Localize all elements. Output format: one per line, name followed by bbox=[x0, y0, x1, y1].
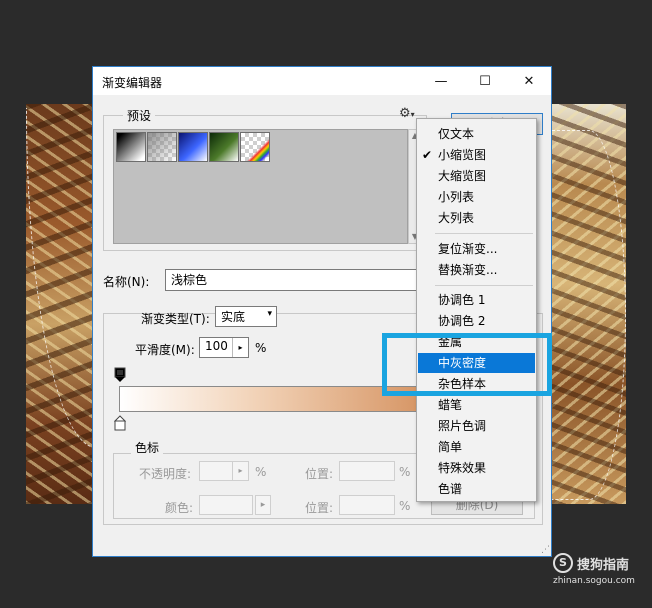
opacity-position-label: 位置: bbox=[305, 467, 334, 481]
menu-item-replace-gradients[interactable]: 替换渐变... bbox=[418, 260, 535, 280]
preset-swatch-green[interactable] bbox=[209, 132, 239, 162]
watermark: S 搜狗指南 zhinan.sogou.com bbox=[553, 551, 648, 591]
menu-item-label: 复位渐变... bbox=[438, 242, 498, 256]
color-position-input bbox=[339, 495, 395, 515]
smoothness-value: 100 bbox=[205, 339, 228, 353]
menu-item-label: 简单 bbox=[438, 440, 463, 454]
menu-item-spectrums[interactable]: 色谱 bbox=[418, 479, 535, 499]
menu-item-label: 大列表 bbox=[438, 211, 475, 225]
opacity-label: 不透明度: bbox=[139, 467, 192, 481]
opacity-input: ▸ bbox=[199, 461, 249, 481]
watermark-url: zhinan.sogou.com bbox=[553, 576, 635, 586]
annotation-highlight-box bbox=[382, 333, 552, 396]
menu-item-label: 仅文本 bbox=[438, 127, 475, 141]
menu-item-label: 特殊效果 bbox=[438, 461, 487, 475]
name-input[interactable]: 浅棕色 bbox=[165, 269, 435, 291]
preset-swatch-black-white[interactable] bbox=[116, 132, 146, 162]
menu-item-harmonies-1[interactable]: 协调色 1 bbox=[418, 290, 535, 310]
menu-item-small-list[interactable]: 小列表 bbox=[418, 187, 535, 207]
presets-list bbox=[113, 129, 408, 244]
smoothness-input[interactable]: 100 ▸ bbox=[199, 337, 249, 358]
gear-icon[interactable]: ⚙▾ bbox=[399, 106, 415, 121]
color-stop-left[interactable] bbox=[114, 415, 126, 431]
menu-item-label: 蜡笔 bbox=[438, 398, 463, 412]
title-bar[interactable]: 渐变编辑器 — ☐ ✕ bbox=[93, 67, 551, 95]
color-label: 颜色: bbox=[165, 501, 194, 515]
menu-item-special-effects[interactable]: 特殊效果 bbox=[418, 458, 535, 478]
preset-swatch-blue[interactable] bbox=[178, 132, 208, 162]
menu-item-large-thumbnail[interactable]: 大缩览图 bbox=[418, 166, 535, 186]
menu-item-label: 大缩览图 bbox=[438, 169, 487, 183]
preset-swatch-transparent-gray[interactable] bbox=[147, 132, 177, 162]
gradient-preview-bar[interactable] bbox=[119, 386, 419, 412]
menu-item-label: 小列表 bbox=[438, 190, 475, 204]
menu-item-pastels[interactable]: 蜡笔 bbox=[418, 395, 535, 415]
maximize-icon[interactable]: ☐ bbox=[463, 67, 507, 95]
color-stops-label: 色标 bbox=[131, 439, 164, 456]
menu-item-simple[interactable]: 简单 bbox=[418, 437, 535, 457]
presets-label: 预设 bbox=[123, 107, 156, 124]
sogou-logo-icon: S bbox=[553, 553, 573, 573]
caret-right-icon: ▸ bbox=[232, 462, 248, 480]
selection-outline bbox=[552, 130, 626, 500]
opacity-position-input bbox=[339, 461, 395, 481]
close-icon[interactable]: ✕ bbox=[507, 67, 551, 95]
menu-item-label: 照片色调 bbox=[438, 419, 487, 433]
preset-swatch-rainbow[interactable] bbox=[240, 132, 270, 162]
opacity-position-unit: % bbox=[399, 465, 411, 479]
menu-separator bbox=[435, 285, 533, 286]
menu-separator bbox=[435, 233, 533, 234]
gradient-type-value: 实底 bbox=[221, 310, 246, 324]
menu-item-label: 协调色 2 bbox=[438, 314, 486, 328]
watermark-name: 搜狗指南 bbox=[577, 558, 630, 573]
menu-item-reset-gradients[interactable]: 复位渐变... bbox=[418, 239, 535, 259]
minimize-icon[interactable]: — bbox=[419, 67, 463, 95]
smoothness-label: 平滑度(M): bbox=[135, 343, 195, 357]
opacity-stop-left[interactable] bbox=[114, 367, 126, 383]
color-position-unit: % bbox=[399, 499, 411, 513]
resize-grip-icon[interactable]: ⋰ bbox=[541, 545, 550, 555]
smoothness-unit: % bbox=[255, 341, 267, 355]
menu-item-photographic-toning[interactable]: 照片色调 bbox=[418, 416, 535, 436]
presets-options-menu: 仅文本 ✔ 小缩览图 大缩览图 小列表 大列表 复位渐变... 替换渐变... 协… bbox=[416, 118, 537, 502]
menu-item-label: 协调色 1 bbox=[438, 293, 486, 307]
color-swatch-input bbox=[199, 495, 253, 515]
check-icon: ✔ bbox=[422, 148, 433, 162]
menu-item-large-list[interactable]: 大列表 bbox=[418, 208, 535, 228]
menu-item-label: 小缩览图 bbox=[438, 148, 487, 162]
menu-item-label: 替换渐变... bbox=[438, 263, 498, 277]
gradient-type-label: 渐变类型(T): bbox=[141, 312, 210, 326]
gradient-type-select[interactable]: 实底 ▾ bbox=[215, 306, 277, 327]
chevron-down-icon: ▾ bbox=[267, 309, 272, 319]
color-position-label: 位置: bbox=[305, 501, 334, 515]
menu-item-small-thumbnail[interactable]: ✔ 小缩览图 bbox=[418, 145, 535, 165]
opacity-unit: % bbox=[255, 465, 267, 479]
color-picker-arrow: ▸ bbox=[255, 495, 271, 515]
caret-right-icon[interactable]: ▸ bbox=[232, 338, 248, 357]
dialog-title: 渐变编辑器 bbox=[102, 76, 163, 90]
menu-item-label: 色谱 bbox=[438, 482, 463, 496]
menu-item-text-only[interactable]: 仅文本 bbox=[418, 124, 535, 144]
name-label: 名称(N): bbox=[103, 275, 150, 289]
menu-item-harmonies-2[interactable]: 协调色 2 bbox=[418, 311, 535, 331]
